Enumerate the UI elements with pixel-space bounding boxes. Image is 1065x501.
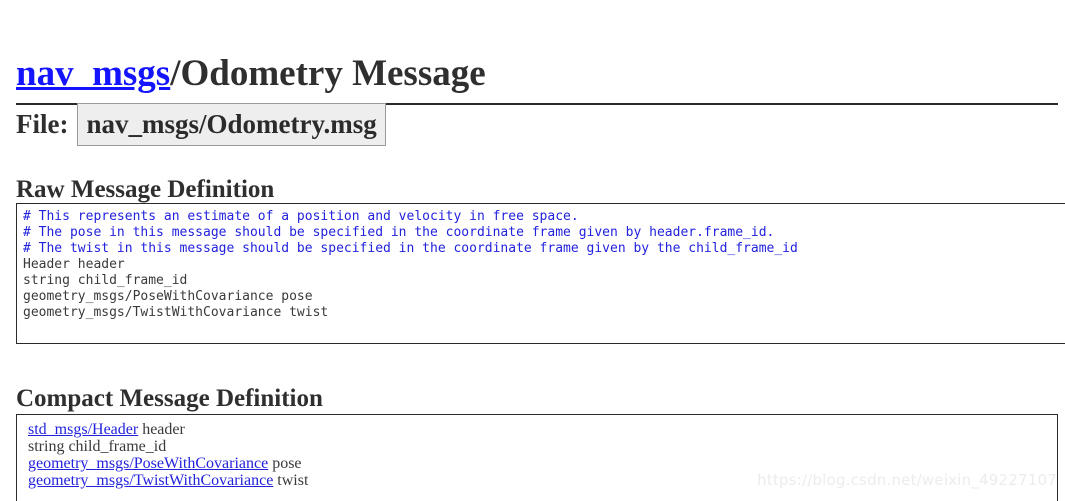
message-type-link[interactable]: std_msgs/Header [28, 421, 138, 438]
raw-message-line: # The twist in this message should be sp… [23, 241, 798, 256]
raw-message-line: # This represents an estimate of a posit… [23, 209, 579, 224]
compact-message-line: std_msgs/Header header [28, 422, 1057, 438]
page-title-suffix: /Odometry Message [170, 52, 486, 94]
message-field-name: twist [273, 472, 309, 489]
message-type-link[interactable]: geometry_msgs/PoseWithCovariance [28, 455, 268, 472]
compact-message-line: string child_frame_id [28, 439, 1057, 455]
watermark: https://blog.csdn.net/weixin_49227107 [757, 471, 1057, 489]
message-doc-page: nav_msgs/Odometry Message File: nav_msgs… [0, 0, 1065, 501]
compact-message-line: geometry_msgs/PoseWithCovariance pose [28, 456, 1057, 472]
raw-message-line: geometry_msgs/PoseWithCovariance pose [23, 289, 313, 304]
message-field-name: pose [268, 455, 302, 472]
raw-message-definition-box: # This represents an estimate of a posit… [16, 203, 1065, 344]
message-field-name: string child_frame_id [28, 438, 167, 455]
compact-message-definition-heading: Compact Message Definition [16, 384, 323, 412]
raw-message-definition-heading: Raw Message Definition [16, 175, 275, 203]
message-type-link[interactable]: geometry_msgs/TwistWithCovariance [28, 472, 273, 489]
raw-message-line: geometry_msgs/TwistWithCovariance twist [23, 305, 329, 320]
raw-message-line: Header header [23, 257, 125, 272]
raw-message-lines: # This represents an estimate of a posit… [23, 209, 1065, 321]
package-link[interactable]: nav_msgs [16, 53, 170, 94]
file-row: File: nav_msgs/Odometry.msg [16, 103, 386, 146]
raw-message-line: string child_frame_id [23, 273, 188, 288]
message-field-name: header [138, 421, 185, 438]
file-label: File: [16, 109, 69, 139]
raw-message-line: # The pose in this message should be spe… [23, 225, 775, 240]
page-title: nav_msgs/Odometry Message [16, 51, 1058, 105]
file-path-box: nav_msgs/Odometry.msg [77, 103, 386, 146]
